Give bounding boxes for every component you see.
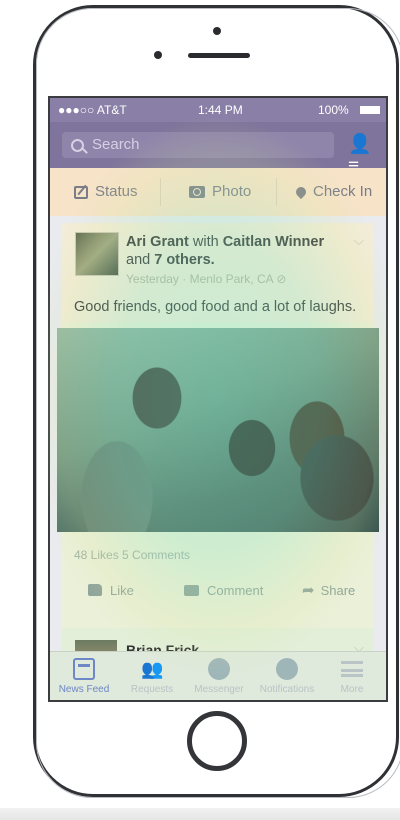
post-meta: Yesterday · Menlo Park, CA ⊘ xyxy=(126,272,287,286)
status-button[interactable]: Status xyxy=(74,168,138,216)
globe-icon: ⊘ xyxy=(276,272,287,286)
post-counts[interactable]: 48 Likes 5 Comments xyxy=(74,548,190,562)
front-camera-icon xyxy=(154,51,162,59)
status-bar: ●●●○○ AT&T 1:44 PM 100% xyxy=(50,98,386,122)
tab-more[interactable]: More xyxy=(320,652,384,700)
edit-icon xyxy=(74,185,88,199)
post-photo[interactable] xyxy=(57,328,379,532)
checkin-label: Check In xyxy=(313,183,373,200)
photo-label: Photo xyxy=(212,183,252,200)
clock: 1:44 PM xyxy=(198,103,243,117)
tagged-others[interactable]: 7 others. xyxy=(154,252,214,268)
comment-button[interactable]: Comment xyxy=(184,568,263,613)
tab-messenger[interactable]: Messenger xyxy=(187,652,251,700)
speaker-grille xyxy=(188,53,250,58)
author-name[interactable]: Ari Grant xyxy=(126,234,189,250)
like-button[interactable]: Like xyxy=(88,568,134,613)
notifications-icon xyxy=(276,658,298,680)
like-icon xyxy=(88,584,102,596)
requests-icon: 👥 xyxy=(141,659,164,679)
share-icon: ➦ xyxy=(302,582,315,599)
comment-icon xyxy=(184,585,199,596)
share-button[interactable]: ➦ Share xyxy=(302,568,355,613)
news-feed-icon xyxy=(73,658,95,680)
camera-icon xyxy=(213,27,221,35)
tab-bar: News Feed 👥 Requests Messenger Notificat… xyxy=(50,651,386,700)
location-pin-icon xyxy=(293,184,309,200)
more-icon xyxy=(341,661,363,677)
search-bar: Search 👤≡ xyxy=(50,122,386,177)
tagged-friend[interactable]: Caitlan Winner xyxy=(223,234,324,250)
photo-button[interactable]: Photo xyxy=(189,168,251,216)
post-text: Good friends, good food and a lot of lau… xyxy=(74,299,357,315)
checkin-button[interactable]: Check In xyxy=(293,168,373,216)
search-input[interactable]: Search xyxy=(62,132,334,158)
phone-screen: ●●●○○ AT&T 1:44 PM 100% Search 👤≡ Status… xyxy=(48,96,388,702)
battery-icon xyxy=(360,106,380,114)
friends-list-icon[interactable]: 👤≡ xyxy=(348,134,374,177)
camera-icon xyxy=(189,186,205,198)
search-placeholder: Search xyxy=(92,136,140,153)
carrier-label: ●●●○○ AT&T xyxy=(58,103,127,117)
feed-post: Ari Grant with Caitlan Winner and 7 othe… xyxy=(57,223,379,693)
tab-notifications[interactable]: Notifications xyxy=(255,652,319,700)
messenger-icon xyxy=(208,658,230,680)
tab-requests[interactable]: 👥 Requests xyxy=(120,652,184,700)
post-header: Ari Grant with Caitlan Winner and 7 othe… xyxy=(126,234,325,268)
battery-percent: 100% xyxy=(318,103,349,117)
search-icon xyxy=(71,139,84,152)
post-actions: Like Comment ➦ Share xyxy=(62,568,374,613)
floor-shadow xyxy=(0,808,400,820)
home-button[interactable] xyxy=(187,711,247,771)
chevron-down-icon[interactable]: ⌵ xyxy=(354,233,364,249)
avatar[interactable] xyxy=(75,232,119,276)
status-label: Status xyxy=(95,183,138,200)
tab-news-feed[interactable]: News Feed xyxy=(52,652,116,700)
composer-bar: Status Photo Check In xyxy=(50,168,386,216)
